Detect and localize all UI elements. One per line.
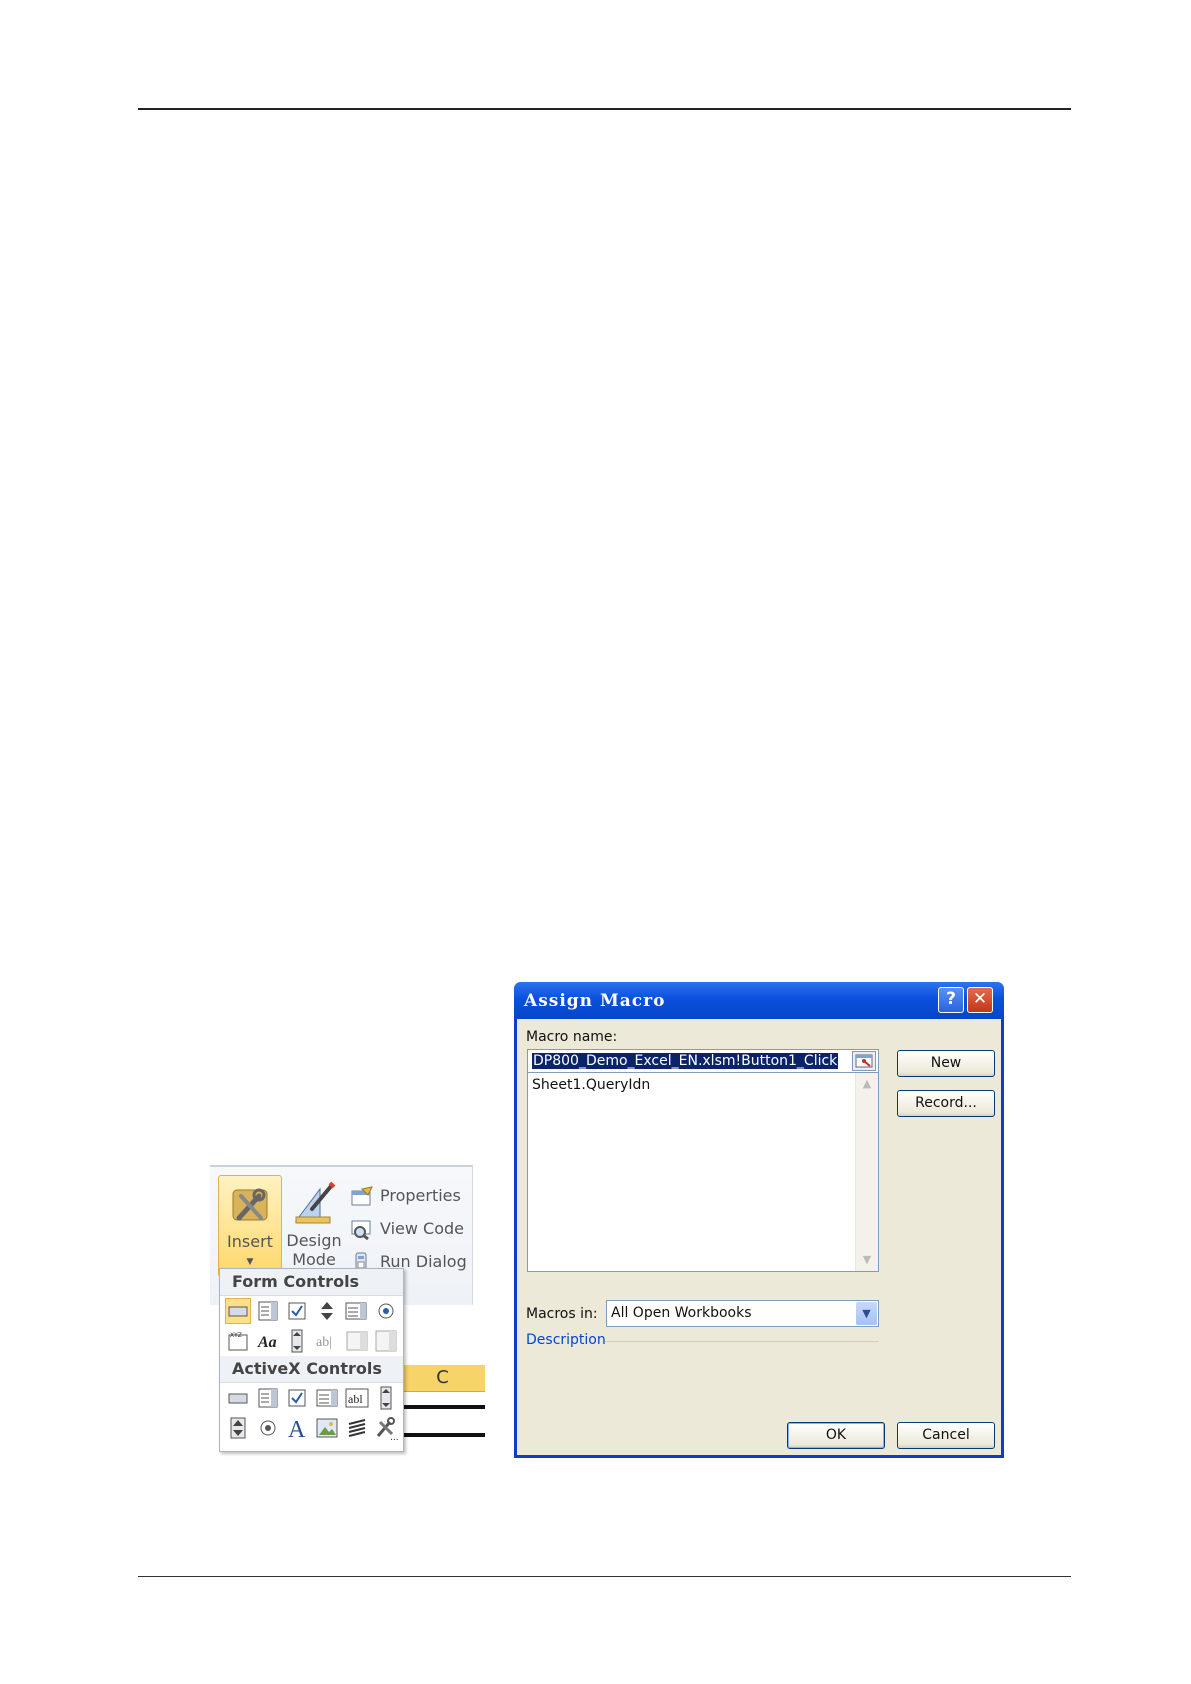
activex-controls-heading: ActiveX Controls <box>220 1356 403 1383</box>
properties-label: Properties <box>380 1186 461 1205</box>
properties-button[interactable]: Properties <box>350 1179 467 1212</box>
small-buttons: Properties View Code Run Dialog <box>350 1179 467 1278</box>
record-button[interactable]: Record... <box>897 1090 995 1117</box>
form-controls-heading: Form Controls <box>220 1269 403 1296</box>
check-box-icon[interactable] <box>284 1298 310 1324</box>
combo-drop-down-edit-icon[interactable] <box>373 1328 399 1354</box>
more-controls-icon[interactable]: ... <box>373 1415 399 1441</box>
scroll-down-icon[interactable]: ▼ <box>858 1251 876 1269</box>
spin-button-icon[interactable] <box>314 1298 340 1324</box>
controls-gallery: Form Controls XYZ Aa ab| ActiveX Control… <box>219 1268 404 1452</box>
text-box-icon[interactable]: abl <box>344 1385 370 1411</box>
page-header-rule <box>138 108 1071 110</box>
new-button[interactable]: New <box>897 1050 995 1077</box>
combo-list-edit-icon[interactable] <box>344 1328 370 1354</box>
description-divider <box>605 1341 879 1342</box>
design-mode-button[interactable]: Design Mode <box>283 1175 345 1275</box>
macro-name-label: Macro name: <box>526 1029 618 1045</box>
button-control-icon[interactable] <box>225 1298 251 1324</box>
activex-combo-box-icon[interactable] <box>255 1385 281 1411</box>
design-mode-icon <box>295 1181 336 1224</box>
close-icon: ✕ <box>972 989 988 1009</box>
help-icon: ? <box>946 989 956 1009</box>
cancel-button[interactable]: Cancel <box>897 1422 995 1449</box>
collapse-dialog-button[interactable] <box>852 1051 876 1071</box>
view-code-icon <box>351 1220 371 1240</box>
ok-button[interactable]: OK <box>787 1422 885 1449</box>
close-button[interactable]: ✕ <box>967 987 993 1013</box>
macro-list-scrollbar[interactable]: ▲ ▼ <box>855 1073 878 1271</box>
view-code-label: View Code <box>380 1219 465 1238</box>
text-field-icon[interactable]: ab| <box>314 1328 340 1354</box>
svg-text:XYZ: XYZ <box>230 1332 242 1339</box>
activex-label-icon[interactable]: A <box>284 1415 310 1441</box>
description-label: Description <box>526 1332 606 1348</box>
combo-box-icon[interactable] <box>255 1298 281 1324</box>
activex-controls-row: abl <box>220 1383 403 1413</box>
chevron-down-icon[interactable]: ▼ <box>856 1302 877 1325</box>
macro-name-value: DP800_Demo_Excel_EN.xlsm!Button1_Click <box>532 1053 839 1069</box>
form-controls-row <box>220 1296 403 1326</box>
activex-spin-button-icon[interactable] <box>225 1415 251 1441</box>
macros-in-label: Macros in: <box>526 1306 598 1322</box>
activex-check-box-icon[interactable] <box>284 1385 310 1411</box>
page-footer-rule <box>138 1576 1071 1577</box>
toggle-button-icon[interactable] <box>344 1415 370 1441</box>
image-icon[interactable] <box>314 1415 340 1441</box>
svg-text:Aa: Aa <box>257 1334 277 1351</box>
group-box-icon[interactable]: XYZ <box>225 1328 251 1354</box>
scroll-bar-icon[interactable] <box>284 1328 310 1354</box>
dialog-titlebar[interactable]: Assign Macro ? ✕ <box>514 982 1004 1019</box>
cell-border-line <box>400 1405 485 1409</box>
svg-text:abl: abl <box>348 1392 363 1406</box>
insert-label: Insert <box>227 1232 273 1251</box>
help-button[interactable]: ? <box>938 987 964 1013</box>
list-item[interactable]: Sheet1.QueryIdn <box>532 1077 650 1093</box>
properties-icon <box>351 1185 373 1205</box>
activex-list-box-icon[interactable] <box>314 1385 340 1411</box>
insert-button[interactable]: Insert ▼ <box>218 1175 282 1277</box>
label-icon[interactable]: Aa <box>255 1328 281 1354</box>
activex-controls-row-2: A ... <box>220 1413 403 1443</box>
svg-text:A: A <box>288 1417 306 1440</box>
tools-icon <box>232 1188 268 1221</box>
design-label-1: Design <box>286 1231 342 1250</box>
activex-scroll-bar-icon[interactable] <box>373 1385 399 1411</box>
form-controls-row-2: XYZ Aa ab| <box>220 1326 403 1356</box>
assign-macro-dialog: Assign Macro ? ✕ Macro name: DP800_Demo_… <box>514 982 1004 1458</box>
macro-name-input[interactable]: DP800_Demo_Excel_EN.xlsm!Button1_Click <box>527 1049 879 1073</box>
macros-in-value: All Open Workbooks <box>611 1305 752 1321</box>
macros-in-select[interactable]: All Open Workbooks ▼ <box>606 1300 879 1327</box>
design-label-2: Mode <box>292 1250 336 1269</box>
collapse-dialog-icon <box>855 1054 873 1068</box>
list-box-icon[interactable] <box>344 1298 370 1324</box>
activex-option-button-icon[interactable] <box>255 1415 281 1441</box>
command-button-icon[interactable] <box>225 1385 251 1411</box>
dialog-title: Assign Macro <box>524 991 666 1011</box>
scroll-up-icon[interactable]: ▲ <box>858 1075 876 1093</box>
option-button-icon[interactable] <box>373 1298 399 1324</box>
view-code-button[interactable]: View Code <box>350 1212 467 1245</box>
cell-border-line <box>400 1433 485 1437</box>
macro-list[interactable]: Sheet1.QueryIdn ▲ ▼ <box>527 1073 879 1272</box>
svg-text:ab|: ab| <box>316 1335 332 1350</box>
column-header-c[interactable]: C <box>400 1365 485 1392</box>
svg-text:...: ... <box>390 1433 398 1440</box>
